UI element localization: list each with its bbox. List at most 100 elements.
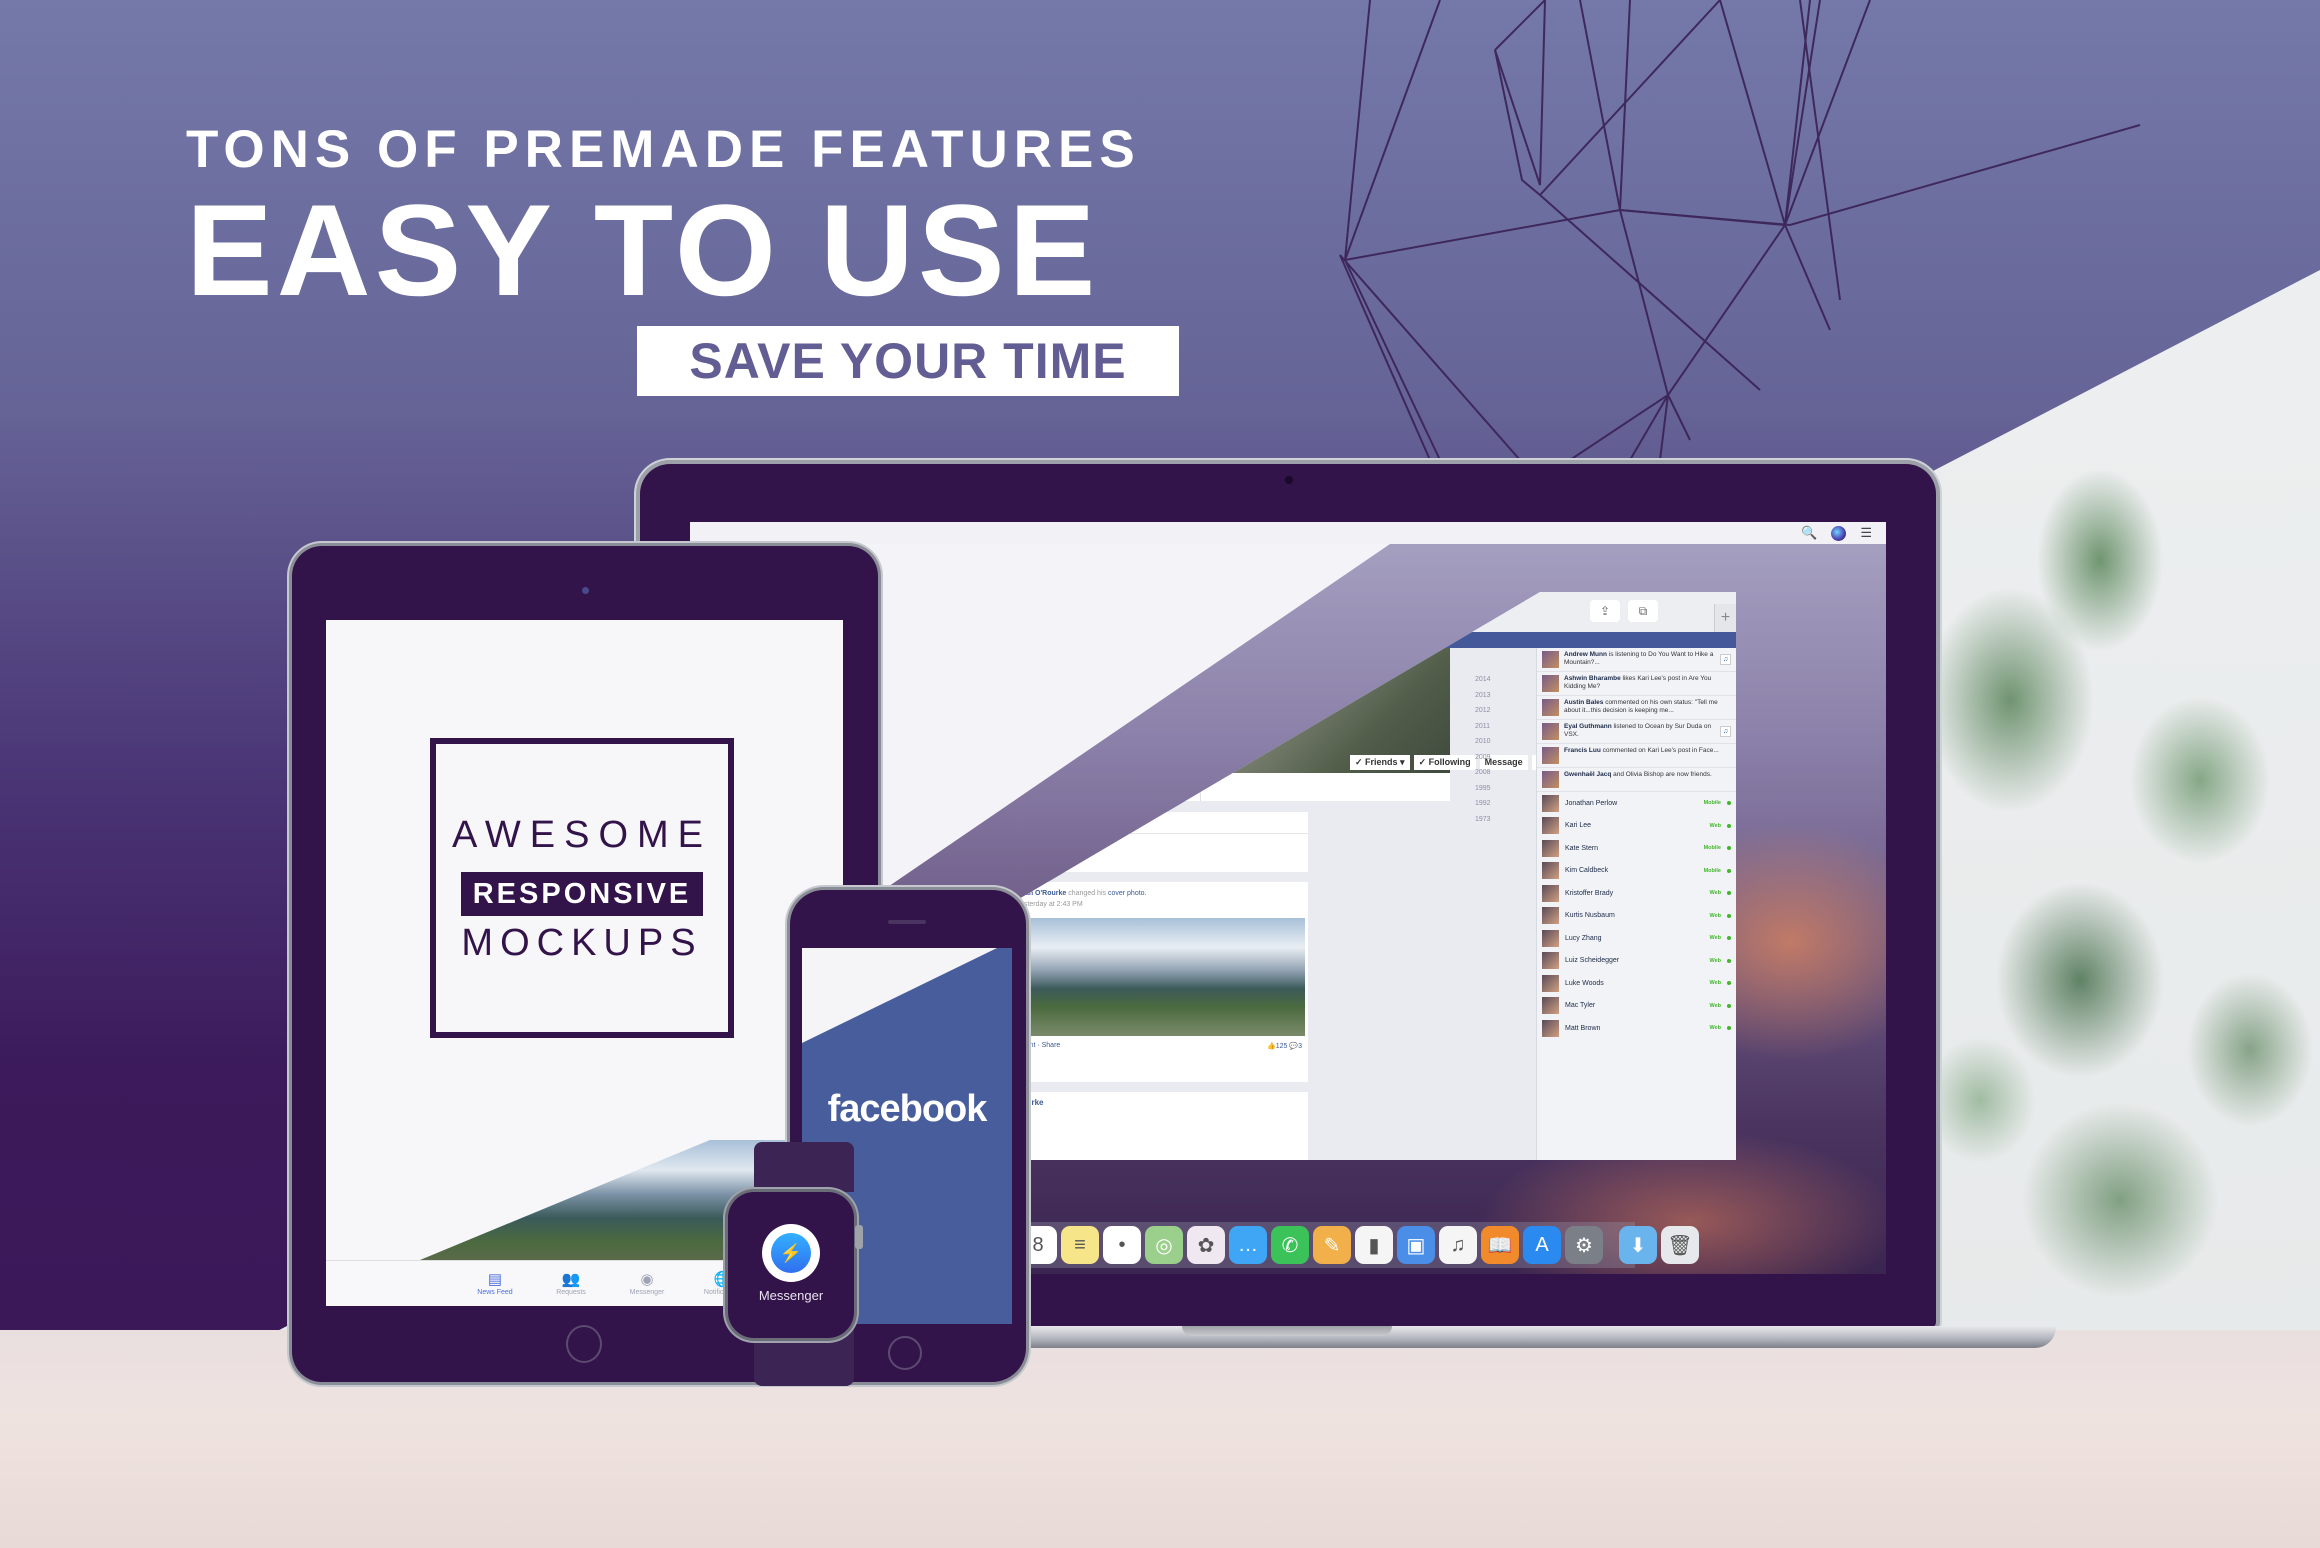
contact-status: Web	[1709, 912, 1721, 919]
app-store-icon[interactable]: A	[1523, 1226, 1561, 1264]
iphone-white-wedge	[802, 948, 997, 1043]
ticker-name[interactable]: Francis Luu	[1564, 747, 1601, 754]
chat-contact[interactable]: Kristoffer Brady Web	[1537, 882, 1736, 905]
avatar[interactable]	[1542, 675, 1559, 692]
contact-status: Web	[1709, 957, 1721, 964]
timeline-year[interactable]: 1992	[1475, 796, 1495, 812]
messenger-app-button[interactable]: ⚡	[762, 1224, 820, 1282]
ipad-home-button[interactable]	[566, 1325, 602, 1363]
ticker-item[interactable]: Francis Luu commented on Kari Lee's post…	[1537, 744, 1736, 768]
chat-contact[interactable]: Kurtis Nusbaum Web	[1537, 905, 1736, 928]
facetime-icon[interactable]: ✆	[1271, 1226, 1309, 1264]
like-icon: 👍	[1267, 1043, 1276, 1050]
maps-icon[interactable]: ◎	[1145, 1226, 1183, 1264]
numbers-icon[interactable]: ▮	[1355, 1226, 1393, 1264]
ticker-name[interactable]: Ashwin Bharambe	[1564, 675, 1621, 682]
avatar	[1542, 974, 1559, 992]
post-object-link[interactable]: cover photo.	[1108, 890, 1147, 897]
avatar[interactable]	[1542, 699, 1559, 716]
ipad-tab-requests[interactable]: 👥 Requests	[533, 1261, 609, 1306]
ipad-tab-label: Requests	[556, 1289, 586, 1296]
music-note-icon[interactable]: ♫	[1720, 726, 1731, 737]
avatar	[1542, 952, 1559, 970]
mac-dock: 8 ≡ • ◎ ✿… ✆ ✎ ▮ ▣ ♫ 📖 A ⚙ ⬇ 🗑	[1015, 1222, 1699, 1268]
online-dot-icon	[1727, 913, 1731, 918]
ticker-body: and Olivia Bishop are now friends.	[1613, 771, 1712, 778]
chat-contact[interactable]: Kate Stern Mobile	[1537, 837, 1736, 860]
chat-contact[interactable]: Mac Tyler Web	[1537, 995, 1736, 1018]
ticker-name[interactable]: Andrew Munn	[1564, 651, 1607, 658]
contact-status: Web	[1709, 822, 1721, 829]
chat-contact[interactable]: Kari Lee Web	[1537, 815, 1736, 838]
trash-icon[interactable]: 🗑	[1661, 1226, 1699, 1264]
avatar[interactable]	[1542, 651, 1559, 668]
reminders-icon[interactable]: •	[1103, 1226, 1141, 1264]
tab-label: Photos	[992, 779, 1023, 789]
contact-name: Jonathan Perlow	[1565, 799, 1618, 807]
iphone-home-button[interactable]	[888, 1336, 922, 1370]
chat-contact[interactable]: Kim Caldbeck Mobile	[1537, 860, 1736, 883]
messenger-icon: ⚡	[771, 1233, 811, 1273]
online-dot-icon	[1727, 846, 1731, 851]
headline-title: EASY TO USE	[186, 177, 1100, 323]
timeline-year[interactable]: 2010	[1475, 734, 1495, 750]
facebook-sidebar: Andrew Munn is listening to Do You Want …	[1536, 648, 1736, 1160]
keynote-icon[interactable]: ▣	[1397, 1226, 1435, 1264]
ticker-item[interactable]: Austin Bales commented on his own status…	[1537, 696, 1736, 720]
ticker-item[interactable]: Ashwin Bharambe likes Kari Lee's post in…	[1537, 672, 1736, 696]
ticker-name[interactable]: Gwenhaël Jacq	[1564, 771, 1611, 778]
ibooks-icon[interactable]: 📖	[1481, 1226, 1519, 1264]
comment-count: 3	[1298, 1043, 1302, 1050]
music-note-icon[interactable]: ♫	[1720, 654, 1731, 665]
avatar	[1542, 817, 1559, 835]
tabs-overview-icon[interactable]: ⧉	[1628, 600, 1658, 622]
timeline-year[interactable]: 2012	[1475, 703, 1495, 719]
save-time-label: SAVE YOUR TIME	[689, 333, 1127, 389]
ticker-name[interactable]: Austin Bales	[1564, 699, 1603, 706]
siri-icon[interactable]	[1831, 525, 1847, 541]
notification-center-icon[interactable]: ☰	[1860, 525, 1872, 541]
itunes-icon[interactable]: ♫	[1439, 1226, 1477, 1264]
timeline-year[interactable]: 2013	[1475, 688, 1495, 704]
avatar[interactable]	[1542, 771, 1559, 788]
ipad-tab-messenger[interactable]: ◉ Messenger	[609, 1261, 685, 1306]
ticker-text: Ashwin Bharambe likes Kari Lee's post in…	[1564, 675, 1731, 692]
messages-icon[interactable]: …	[1229, 1226, 1267, 1264]
contact-name: Lucy Zhang	[1565, 934, 1602, 942]
following-button[interactable]: ✓ Following	[1413, 755, 1476, 770]
notes-icon[interactable]: ≡	[1061, 1226, 1099, 1264]
ticker-name[interactable]: Eyal Guthmann	[1564, 723, 1612, 730]
chat-contact[interactable]: Matt Brown Web	[1537, 1017, 1736, 1040]
chat-contact[interactable]: Luke Woods Web	[1537, 972, 1736, 995]
timeline-year[interactable]: 1995	[1475, 781, 1495, 797]
timeline-year[interactable]: 2014	[1475, 672, 1495, 688]
timeline-year[interactable]: 1973	[1475, 812, 1495, 828]
ticker-item[interactable]: Gwenhaël Jacq and Olivia Bishop are now …	[1537, 768, 1736, 792]
new-tab-button[interactable]: +	[1714, 604, 1736, 632]
ipad-tab-news-feed[interactable]: ▤ News Feed	[457, 1261, 533, 1306]
timeline-year[interactable]: 2009	[1475, 750, 1495, 766]
friends-button[interactable]: ✓ Friends ▾	[1350, 755, 1410, 770]
chat-contact[interactable]: Lucy Zhang Web	[1537, 927, 1736, 950]
pages-icon[interactable]: ✎	[1313, 1226, 1351, 1264]
avatar[interactable]	[1542, 723, 1559, 740]
timeline-year[interactable]: 2011	[1475, 719, 1495, 735]
post-photo[interactable]	[983, 918, 1305, 1036]
downloads-icon[interactable]: ⬇	[1619, 1226, 1657, 1264]
ticker-item[interactable]: Eyal Guthmann listened to Ocean by Sur D…	[1537, 720, 1736, 744]
online-dot-icon	[1727, 868, 1731, 873]
system-preferences-icon[interactable]: ⚙	[1565, 1226, 1603, 1264]
timeline-year[interactable]: 2008	[1475, 765, 1495, 781]
chat-contact[interactable]: Jonathan Perlow Mobile	[1537, 792, 1736, 815]
share-icon[interactable]: ⇪	[1590, 600, 1620, 622]
ticker-item[interactable]: Andrew Munn is listening to Do You Want …	[1537, 648, 1736, 672]
ipad-tab-label: News Feed	[477, 1289, 513, 1296]
post-time[interactable]: Yesterday at 2:43 PM	[1016, 899, 1147, 910]
photos-icon[interactable]: ✿	[1187, 1226, 1225, 1264]
watch-crown[interactable]	[855, 1225, 863, 1249]
avatar[interactable]	[1542, 747, 1559, 764]
search-icon[interactable]: 🔍	[1801, 525, 1817, 541]
online-dot-icon	[1727, 1026, 1731, 1031]
chat-contact[interactable]: Luiz Scheidegger Web	[1537, 950, 1736, 973]
contact-name: Luke Woods	[1565, 979, 1604, 987]
